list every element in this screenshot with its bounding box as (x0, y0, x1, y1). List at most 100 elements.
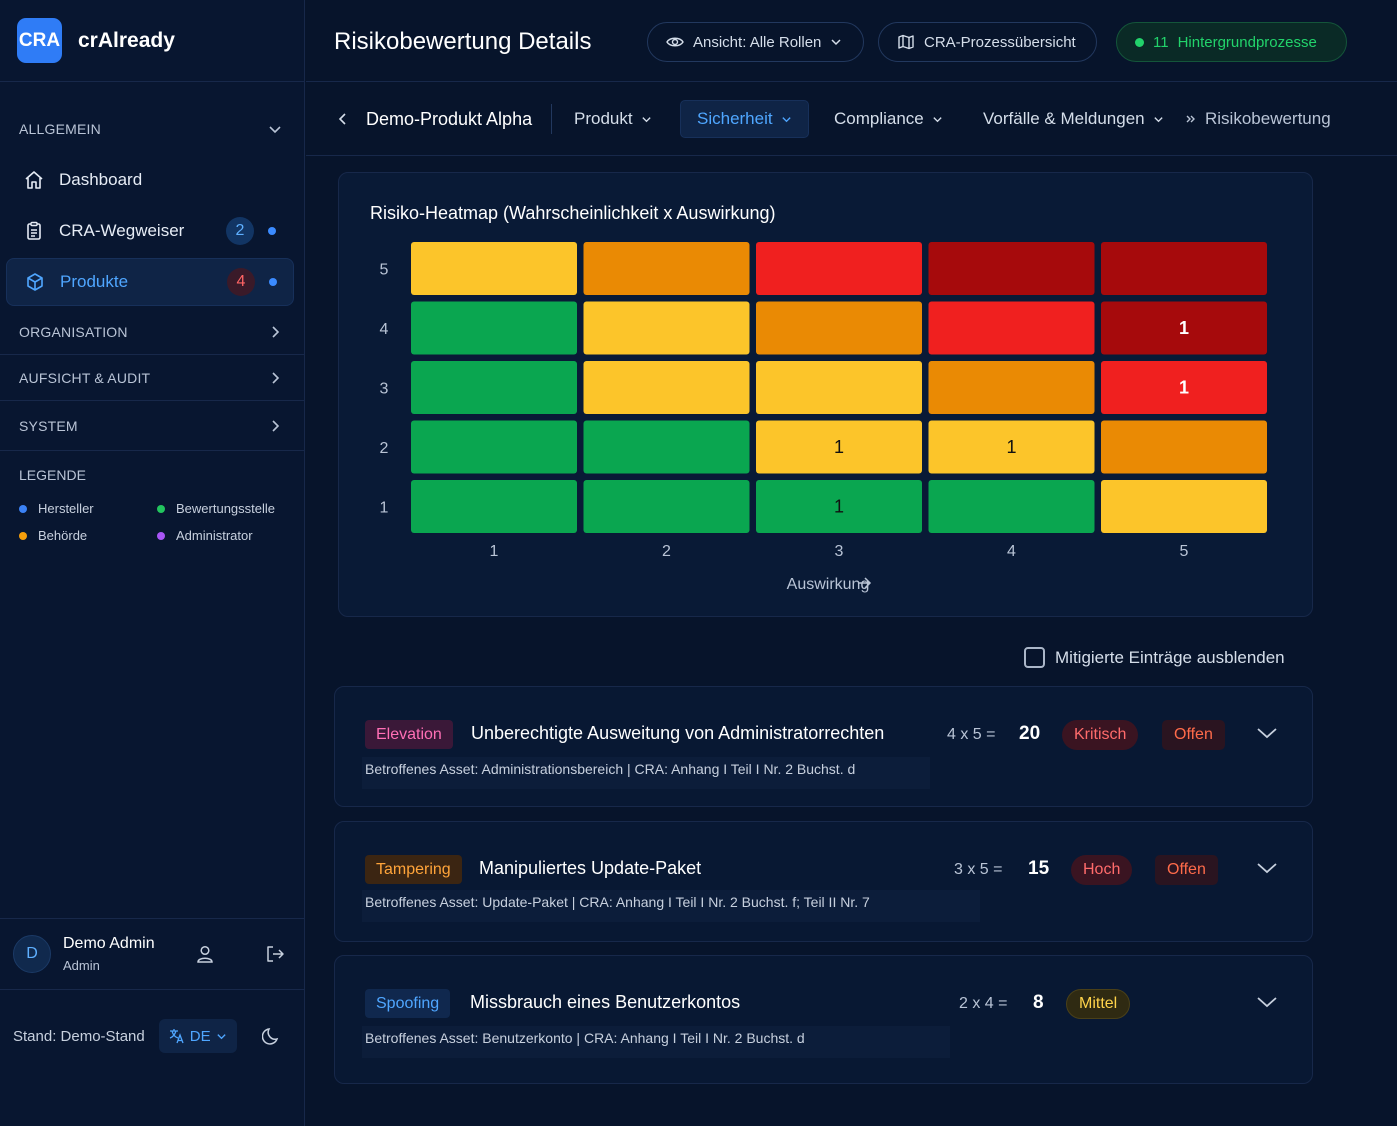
legend: Hersteller Bewertungsstelle Behörde Admi… (0, 501, 304, 543)
clipboard-icon (23, 220, 45, 242)
tab-compliance[interactable]: Compliance (834, 100, 943, 138)
chevron-left-icon (338, 113, 346, 125)
product-subnav: Demo-Produkt Alpha Produkt Sicherheit Co… (306, 82, 1397, 156)
risk-card[interactable]: Spoofing Missbrauch eines Benutzerkontos… (334, 955, 1313, 1084)
heatmap-cell[interactable] (756, 301, 922, 355)
x-tick-label: 4 (1007, 543, 1016, 560)
heatmap-cell[interactable] (583, 301, 750, 355)
background-process-count: 11 (1153, 33, 1169, 51)
home-icon (23, 169, 45, 191)
legend-dot (19, 504, 27, 513)
risk-level-badge: Mittel (1066, 989, 1131, 1019)
risk-score: 15 (1028, 858, 1050, 879)
status-dot (1135, 37, 1144, 47)
heatmap-cell[interactable] (583, 361, 750, 414)
heatmap-cell[interactable] (583, 242, 750, 295)
process-overview-button[interactable]: CRA-Prozessübersicht (878, 22, 1097, 62)
section-organisation[interactable]: ORGANISATION (0, 309, 304, 355)
sidebar-item-dashboard[interactable]: Dashboard (6, 156, 294, 204)
hide-mitigated-checkbox[interactable]: Mitigierte Einträge ausblenden (1024, 647, 1285, 668)
section-system[interactable]: SYSTEM (0, 401, 304, 451)
sidebar-item-label: Produkte (60, 272, 129, 291)
background-processes-button[interactable]: 11 Hintergrundprozesse (1116, 22, 1347, 62)
x-axis-label: Auswirkung (787, 576, 870, 593)
cube-icon (24, 271, 46, 293)
back-to-product[interactable]: Demo-Produkt Alpha (336, 100, 532, 138)
heatmap-cell[interactable] (411, 242, 577, 295)
risk-formula: 3 x 5 = (954, 861, 1003, 878)
section-aufsicht-audit[interactable]: AUFSICHT & AUDIT (0, 355, 304, 401)
view-role-dropdown[interactable]: Ansicht: Alle Rollen (647, 22, 864, 62)
logout-icon[interactable] (265, 944, 285, 969)
footer-bar: Stand: Demo-Stand DE (0, 1012, 305, 1060)
chevron-down-icon (641, 116, 651, 122)
section-allgemein[interactable]: ALLGEMEIN (0, 105, 304, 153)
risk-card[interactable]: Tampering Manipuliertes Update-Paket Bet… (334, 821, 1313, 942)
y-tick-label: 2 (380, 440, 389, 457)
chevron-down-icon (269, 126, 281, 134)
expand-chevron-icon[interactable] (1256, 995, 1278, 1014)
breadcrumb: Risikobewertung (1185, 100, 1331, 138)
sidebar-item-produkte[interactable]: Produkte 4 (6, 258, 294, 306)
language-select[interactable]: DE (158, 1019, 237, 1053)
tab-sicherheit[interactable]: Sicherheit (680, 100, 809, 138)
risk-title: Unberechtigte Ausweitung von Administrat… (471, 723, 885, 743)
expand-chevron-icon[interactable] (1256, 726, 1278, 745)
heatmap-cell[interactable] (583, 420, 750, 474)
user-profile-icon[interactable] (195, 944, 215, 969)
sidebar: CRA crAlready ALLGEMEIN Dashboard CRA-We… (0, 0, 305, 1126)
notification-dot (268, 227, 276, 235)
breadcrumb-current: Risikobewertung (1205, 109, 1331, 128)
heatmap-cell[interactable] (411, 361, 577, 414)
brand[interactable]: CRA crAlready (0, 0, 304, 82)
y-tick-label: 4 (380, 321, 389, 338)
heatmap-cell[interactable] (756, 242, 922, 295)
risk-heatmap-card: Risiko-Heatmap (Wahrscheinlichkeit x Aus… (338, 172, 1313, 617)
tab-label: Sicherheit (697, 109, 773, 128)
heatmap-cell[interactable] (1101, 480, 1267, 533)
tab-vorfaelle-meldungen[interactable]: Vorfälle & Meldungen (983, 100, 1164, 138)
checkbox-box[interactable] (1024, 647, 1045, 668)
top-bar: Risikobewertung Details Ansicht: Alle Ro… (306, 0, 1397, 82)
risk-title: Manipuliertes Update-Paket (479, 858, 702, 878)
legend-dot (157, 504, 165, 513)
tab-label: Produkt (574, 109, 633, 128)
translate-icon (169, 1029, 184, 1044)
count-badge: 2 (226, 217, 254, 245)
heatmap-cell-count: 1 (1179, 378, 1189, 398)
heatmap-cell[interactable] (411, 420, 577, 474)
double-chevron-right-icon (1186, 115, 1195, 123)
risk-card[interactable]: Elevation Unberechtigte Ausweitung von A… (334, 686, 1313, 807)
heatmap-cell[interactable] (411, 301, 577, 355)
tab-label: Compliance (834, 109, 924, 128)
heatmap-cell[interactable] (928, 480, 1095, 533)
risk-subtitle: Betroffenes Asset: Update-Paket | CRA: A… (362, 890, 980, 922)
heatmap-cell[interactable] (411, 480, 577, 533)
risk-score: 20 (1019, 723, 1041, 744)
chevron-down-icon (933, 116, 942, 122)
sidebar-item-cra-wegweiser[interactable]: CRA-Wegweiser 2 (6, 207, 294, 255)
heatmap-cell[interactable] (1101, 242, 1267, 295)
status-badge: Offen (1155, 855, 1218, 885)
heatmap-cell[interactable] (583, 480, 750, 533)
chevron-down-icon (781, 116, 791, 122)
expand-chevron-icon[interactable] (1256, 861, 1278, 880)
legend-label: Bewertungsstelle (176, 501, 275, 516)
heatmap-cell[interactable] (928, 301, 1095, 355)
risk-subtitle: Betroffenes Asset: Benutzerkonto | CRA: … (362, 1026, 950, 1058)
tab-produkt[interactable]: Produkt (574, 100, 652, 138)
user-name: Demo Admin (63, 935, 155, 952)
legend-label: Hersteller (38, 501, 94, 516)
stride-tag: Elevation (365, 720, 453, 749)
risk-formula: 4 x 5 = (947, 726, 996, 743)
tab-label: Vorfälle & Meldungen (983, 109, 1145, 128)
divider (551, 104, 552, 134)
moon-icon[interactable] (261, 1026, 282, 1050)
heatmap-cell[interactable] (756, 361, 922, 414)
y-tick-label: 5 (380, 262, 389, 279)
heatmap-cell-count: 1 (834, 437, 844, 457)
heatmap-cell[interactable] (1101, 420, 1267, 474)
heatmap-cell[interactable] (928, 361, 1095, 414)
avatar[interactable]: D (13, 935, 51, 973)
heatmap-cell[interactable] (928, 242, 1095, 295)
